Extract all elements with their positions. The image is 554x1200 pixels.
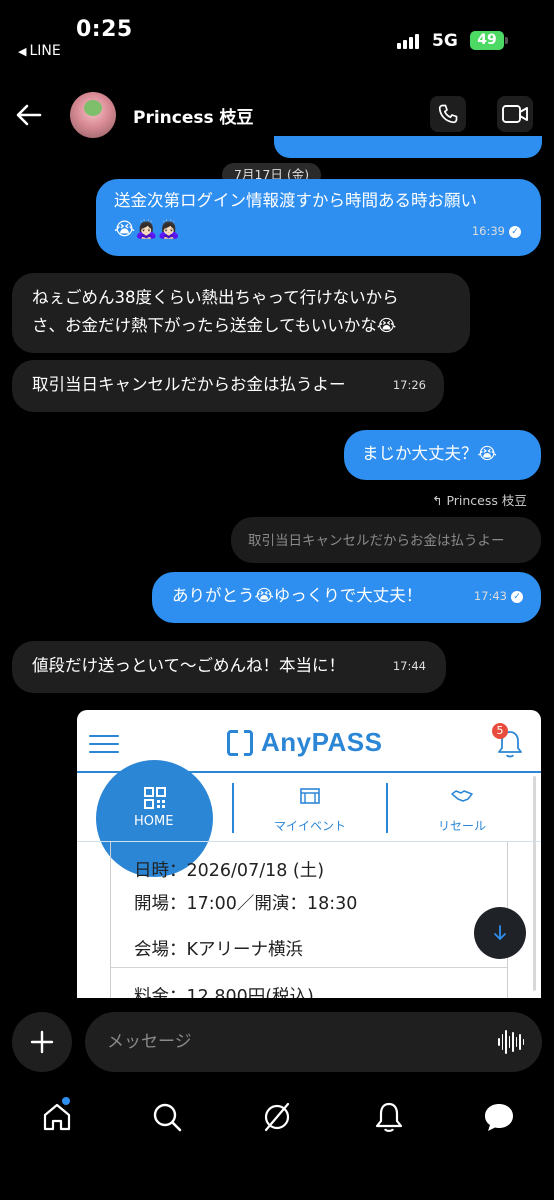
network-type: 5G xyxy=(432,31,458,51)
plus-icon xyxy=(30,1030,54,1054)
message-text: まじか大丈夫？😭 xyxy=(362,444,497,463)
divider xyxy=(111,967,507,968)
home-icon[interactable] xyxy=(40,1100,74,1134)
tab-home-label: HOME xyxy=(134,814,174,829)
qr-code-icon xyxy=(144,787,166,809)
back-app-label: LINE xyxy=(29,43,61,59)
event-venue: 会場：Kアリーナ横浜 xyxy=(134,940,303,960)
quoted-message[interactable]: 取引当日キャンセルだからお金は払うよー xyxy=(231,517,541,563)
message-bubble-incoming[interactable]: 取引当日キャンセルだからお金は払うよー 17:26 xyxy=(12,360,444,412)
chat-header: Princess 枝豆 xyxy=(0,88,554,142)
battery-tip xyxy=(505,37,508,44)
reply-to-label: ↰ Princess 枝豆 xyxy=(432,493,527,508)
bottom-nav xyxy=(0,1088,554,1148)
message-bubble-outgoing[interactable]: まじか大丈夫？😭 xyxy=(344,430,541,480)
tab-divider xyxy=(232,783,234,833)
event-date: 日時：2026/07/18 (土) xyxy=(134,861,325,881)
scroll-to-bottom-button[interactable] xyxy=(474,907,526,959)
discover-icon[interactable] xyxy=(260,1100,294,1134)
tab-resale: リセール xyxy=(422,784,502,834)
message-bubble-outgoing[interactable]: ありがとう😭ゆっくりで大丈夫！ 17:43 ✓ xyxy=(152,572,541,623)
handshake-icon xyxy=(451,790,473,802)
contact-name[interactable]: Princess 枝豆 xyxy=(133,103,254,128)
arrow-down-icon xyxy=(494,925,506,940)
clock: 0:25 xyxy=(76,17,133,42)
tab-my-events-label: マイイベント xyxy=(273,819,346,833)
message-text: 送金次第ログイン情報渡すから時間ある時お願い xyxy=(114,191,477,210)
event-price: 料金：12,800円(税込) xyxy=(134,987,314,998)
battery-icon: 49 xyxy=(470,31,504,50)
tab-my-events: マイイベント xyxy=(265,784,355,834)
message-text-line2: さ、お金だけ熱下がったら送金してもいいかな😭 xyxy=(32,316,397,335)
add-attachment-button[interactable] xyxy=(12,1012,72,1072)
menu-icon xyxy=(89,735,119,753)
video-call-button[interactable] xyxy=(497,96,533,132)
message-bubble-incoming[interactable]: ねぇごめん38度くらい熱出ちゃって行けないから さ、お金だけ熱下がったら送金して… xyxy=(12,273,470,353)
back-arrow-icon[interactable] xyxy=(14,100,44,130)
phone-icon xyxy=(438,104,458,124)
reply-arrow-icon: ↰ xyxy=(432,493,447,508)
message-emoji: 😭🙇🏻‍♀️🙇🏻‍♀️ xyxy=(114,219,180,240)
back-triangle-icon: ◀ xyxy=(18,44,27,58)
message-bubble-incoming[interactable]: 値段だけ送っといて〜ごめんね！本当に！ 17:44 xyxy=(12,641,446,693)
signal-icon xyxy=(397,33,419,49)
bell-icon[interactable] xyxy=(372,1100,406,1134)
message-time: 17:26 xyxy=(392,378,426,392)
call-button[interactable] xyxy=(430,96,466,132)
message-text: 値段だけ送っといて〜ごめんね！本当に！ xyxy=(32,656,346,675)
battery-level: 49 xyxy=(477,32,497,48)
home-notification-dot xyxy=(62,1097,70,1105)
ticket-icon xyxy=(300,788,320,804)
previous-message-bubble xyxy=(274,136,542,158)
chat-icon[interactable] xyxy=(482,1100,516,1134)
message-time: 17:44 xyxy=(392,659,426,673)
voice-input-icon[interactable] xyxy=(498,1028,524,1056)
message-input[interactable] xyxy=(85,1012,542,1072)
message-time: 17:43 ✓ xyxy=(474,582,523,610)
screenshot-scrollbar xyxy=(533,776,536,991)
status-bar: 0:25 ◀ LINE 5G 49 xyxy=(0,0,554,70)
read-check-icon: ✓ xyxy=(509,225,521,238)
avatar[interactable] xyxy=(70,92,116,138)
message-time: 16:39 ✓ xyxy=(472,217,521,245)
message-bubble-outgoing[interactable]: 送金次第ログイン情報渡すから時間ある時お願い 😭🙇🏻‍♀️🙇🏻‍♀️ 16:39… xyxy=(96,179,541,256)
message-text-line1: ねぇごめん38度くらい熱出ちゃって行けないから xyxy=(32,288,399,307)
search-icon[interactable] xyxy=(150,1100,184,1134)
anypass-logo: AnyPASS xyxy=(227,727,383,758)
read-check-icon: ✓ xyxy=(511,590,523,603)
shared-screenshot-image[interactable]: AnyPASS 5 HOME マイイベント リセール 日時：2026/07/18… xyxy=(77,710,541,998)
event-open-start: 開場：17:00／開演：18:30 xyxy=(134,894,358,914)
back-to-app-link[interactable]: ◀ LINE xyxy=(18,43,61,59)
message-text: ありがとう😭ゆっくりで大丈夫！ xyxy=(172,586,423,605)
notification-badge: 5 xyxy=(492,723,508,739)
tab-divider xyxy=(386,783,388,833)
message-text: 取引当日キャンセルだからお金は払うよー xyxy=(32,375,346,394)
video-camera-icon xyxy=(502,105,528,123)
tab-resale-label: リセール xyxy=(437,819,486,833)
